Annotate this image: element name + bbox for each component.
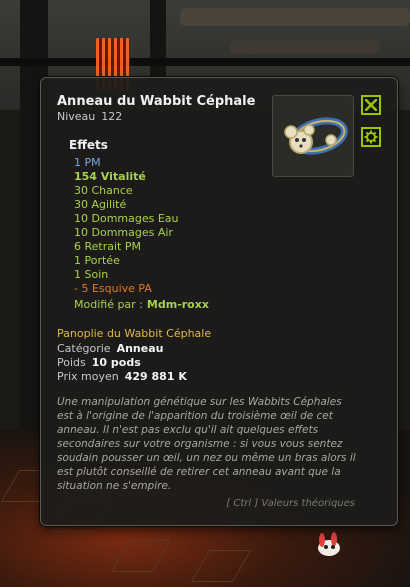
- item-tooltip-panel: Anneau du Wabbit Céphale Niveau 122 Effet…: [40, 77, 398, 526]
- modified-by-value: Mdm-roxx: [146, 298, 209, 311]
- close-icon: [365, 99, 377, 111]
- ring-icon: [284, 117, 348, 155]
- weight-row: Poids 10 pods: [57, 356, 141, 369]
- level-label: Niveau: [57, 110, 96, 123]
- item-description: Une manipulation génétique sur les Wabbi…: [57, 396, 356, 492]
- close-button[interactable]: [361, 95, 381, 115]
- effect-line: 1 Portée: [74, 254, 120, 267]
- scene-pillar-mid: [150, 0, 166, 80]
- effect-line: 10 Dommages Air: [74, 226, 173, 239]
- effect-line: 6 Retrait PM: [74, 240, 141, 253]
- item-title: Anneau du Wabbit Céphale: [57, 94, 256, 109]
- effect-line: 154 Vitalité: [74, 170, 146, 183]
- price-value: 429 881 K: [124, 370, 187, 383]
- category-label: Catégorie: [57, 342, 111, 355]
- effect-line: 30 Agilité: [74, 198, 127, 211]
- level-value: 122: [101, 110, 123, 123]
- effect-line: 30 Chance: [74, 184, 133, 197]
- effect-line: - 5 Esquive PA: [74, 282, 152, 295]
- effect-line: 1 PM: [74, 156, 101, 169]
- weight-label: Poids: [57, 356, 86, 369]
- scene-pipe-mid: [230, 40, 380, 54]
- price-label: Prix moyen: [57, 370, 119, 383]
- effect-line: 10 Dommages Eau: [74, 212, 179, 225]
- item-level: Niveau 122: [57, 110, 122, 123]
- item-image: [272, 95, 354, 177]
- effects-list: 1 PM 154 Vitalité 30 Chance 30 Agilité 1…: [74, 156, 179, 296]
- settings-button[interactable]: [361, 127, 381, 147]
- effects-heading: Effets: [69, 138, 108, 152]
- category-value: Anneau: [116, 342, 164, 355]
- price-row: Prix moyen 429 881 K: [57, 370, 187, 383]
- effect-line: 1 Soin: [74, 268, 109, 281]
- modified-by-label: Modifié par :: [74, 298, 143, 311]
- ctrl-hint: [ Ctrl ] Valeurs théoriques: [226, 498, 355, 509]
- scene-rail: [0, 58, 410, 66]
- gear-icon: [364, 130, 378, 144]
- wabbit-creature-icon[interactable]: [312, 530, 346, 560]
- set-link[interactable]: Panoplie du Wabbit Céphale: [57, 327, 211, 340]
- category-row: Catégorie Anneau: [57, 342, 163, 355]
- weight-value: 10 pods: [91, 356, 141, 369]
- scene-pipe-top: [180, 8, 410, 26]
- modified-by: Modifié par : Mdm-roxx: [74, 298, 209, 311]
